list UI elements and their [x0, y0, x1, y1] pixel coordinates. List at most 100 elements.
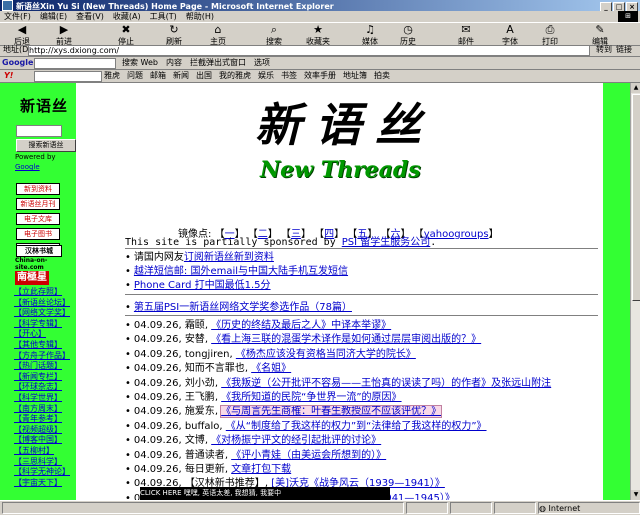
google-link[interactable]: Google — [15, 163, 40, 171]
address-input[interactable]: http://xys.dxiong.com/ — [28, 45, 590, 56]
sidebar-link[interactable]: 【开心】 — [14, 329, 76, 340]
sidebar-link[interactable]: 【热门话题】 — [14, 361, 76, 372]
sidebar-link[interactable]: 【科学无神论】 — [14, 467, 76, 478]
news-link[interactable]: 《历史的终结及最后之人》中译本举谬》 — [211, 320, 391, 331]
sidebar-link[interactable]: 【三思科学】 — [14, 457, 76, 468]
china-on-site-banner[interactable]: China-on-site.com — [15, 257, 76, 271]
status-cell — [450, 502, 492, 514]
scroll-up-icon[interactable]: ▲ — [631, 83, 640, 93]
menu-view[interactable]: 查看(V) — [76, 12, 104, 21]
sidebar-nav-item[interactable]: 新到资料 — [16, 183, 60, 195]
sponsor-link[interactable]: PSI 留学生服务公司 — [342, 237, 431, 248]
menu-help[interactable]: 帮助(H) — [186, 12, 214, 21]
news-link[interactable]: 《与周言先生商榷：叶春生教授应不应该评优？》 — [220, 405, 443, 419]
sidebar-nav-item[interactable]: 电子图书 — [16, 228, 60, 240]
nanjixing-banner[interactable]: 南極星 — [15, 271, 49, 285]
menu-edit[interactable]: 编辑(E) — [40, 12, 67, 21]
minimize-icon[interactable]: _ — [600, 2, 612, 11]
yahoo-item-4[interactable]: 出国 — [196, 71, 212, 80]
contest-list: 第五届PSI一新语丝网络文学奖参选作品（78篇） — [125, 298, 352, 313]
news-link[interactable]: 《名姐》 — [251, 363, 291, 374]
close-icon[interactable]: × — [626, 2, 638, 11]
yahoo-item-6[interactable]: 娱乐 — [258, 71, 274, 80]
google-site-button[interactable]: 内容 — [166, 58, 182, 67]
promo-link[interactable]: Phone Card 打中国最低1.5分 — [134, 280, 271, 291]
yahoo-item-1[interactable]: 问题 — [127, 71, 143, 80]
edit-icon: ✎ — [595, 23, 605, 36]
yahoo-search-input[interactable] — [34, 71, 102, 82]
sidebar-link[interactable]: 【方舟子作品】 — [14, 351, 76, 362]
yahoo-item-9[interactable]: 地址簿 — [343, 71, 367, 80]
sidebar-link[interactable]: 【五柳村】 — [14, 446, 76, 457]
news-link[interactable]: 《从“制度给了我这样的权力”到“法律给了我这样的权力”》 — [226, 421, 487, 432]
sidebar-link[interactable]: 【科学专辑】 — [14, 319, 76, 330]
sidebar-link[interactable]: 【青年参考】 — [14, 414, 76, 425]
sidebar-link[interactable]: 【科学世界】 — [14, 393, 76, 404]
ie-icon — [2, 0, 13, 11]
news-link[interactable]: 《评小青娃（由美运会所想到的）》 — [231, 450, 386, 461]
yahoo-item-7[interactable]: 书签 — [281, 71, 297, 80]
news-list: 04.09.26, 霜颐, 《历史的终结及最后之人》中译本举谬》04.09.26… — [125, 319, 551, 500]
news-author: 每日更新 — [184, 464, 225, 476]
news-link[interactable]: 文章打包下载 — [231, 464, 291, 475]
print-icon: ⎙ — [545, 23, 555, 36]
google-search-input[interactable] — [34, 58, 116, 69]
sidebar-link[interactable]: 【网络文学奖】 — [14, 308, 76, 319]
scroll-down-icon[interactable]: ▼ — [631, 490, 640, 500]
links-button[interactable]: 链接 — [616, 44, 632, 56]
window-controls: _ □ × — [599, 1, 638, 11]
sidebar-link[interactable]: 【新语丝论坛】 — [14, 298, 76, 309]
promo-link[interactable]: 订阅新语丝新到资料 — [184, 252, 274, 263]
divider — [125, 248, 598, 249]
news-link[interactable]: 《对杨振宁评文的经引起批评的讨论》 — [211, 435, 381, 446]
menu-favorites[interactable]: 收藏(A) — [113, 12, 141, 21]
sidebar-link[interactable]: 【环球杂志】 — [14, 382, 76, 393]
yahoo-item-10[interactable]: 拍卖 — [374, 71, 390, 80]
promo-link[interactable]: 越洋短信邮: 国外email与中国大陆手机互发短信 — [134, 266, 348, 277]
sidebar-link[interactable]: 【南方周末】 — [14, 404, 76, 415]
yahoo-item-5[interactable]: 我的雅虎 — [219, 71, 251, 80]
news-link[interactable]: 《我叛逆（公开批评不容易——王怡真的误读了吗）的作者》及张远山附注 — [221, 378, 551, 389]
news-author: 知而不言罪也 — [184, 363, 245, 375]
sidebar-link[interactable]: 【博客中国】 — [14, 435, 76, 446]
sidebar-link[interactable]: 【视频超级】 — [14, 425, 76, 436]
maximize-icon[interactable]: □ — [613, 2, 625, 11]
bottom-ad-banner[interactable]: CLICK HERE 嘿嘿, 英语太差, 我想猜, 我要中 — [140, 487, 390, 500]
yahoo-logo[interactable]: Y! — [4, 70, 13, 82]
hanlin-bookstore-banner[interactable]: 汉林书城 — [16, 245, 62, 257]
sidebar-link[interactable]: 【立此存照】 — [14, 287, 76, 298]
favorites-icon: ★ — [313, 23, 323, 36]
yahoo-item-8[interactable]: 效率手册 — [304, 71, 336, 80]
sidebar-link[interactable]: 【新闻专栏】 — [14, 372, 76, 383]
brand-chinese-title: 新语丝 — [255, 98, 435, 152]
media-icon: ♫ — [365, 23, 375, 36]
contest-link[interactable]: 第五届PSI一新语丝网络文学奖参选作品（78篇） — [134, 302, 352, 313]
google-search-web-button[interactable]: 搜索 Web — [122, 58, 158, 67]
news-date: 04.09.26, — [133, 392, 182, 404]
sidebar-nav-item[interactable]: 电子文库 — [16, 213, 60, 225]
news-link[interactable]: 《看上海三联的混蛋学术译作是如何通过层层审阅出版的？》 — [211, 334, 481, 345]
news-link[interactable]: 《杨杰应该没有资格当同济大学的院长》 — [236, 349, 416, 360]
sidebar-logo: 新语丝 — [19, 97, 68, 115]
forward-arrow-icon: ▶ — [59, 23, 69, 36]
yahoo-item-2[interactable]: 邮箱 — [150, 71, 166, 80]
sidebar-link[interactable]: 【其他专辑】 — [14, 340, 76, 351]
popup-blocker-button[interactable]: 拦截弹出式窗口 — [190, 58, 246, 67]
sidebar-link[interactable]: 【宇宙天下】 — [14, 478, 76, 489]
go-button[interactable]: 转到 — [596, 44, 612, 56]
news-date: 04.09.26, — [133, 435, 182, 447]
menu-file[interactable]: 文件(F) — [4, 12, 31, 21]
site-search-input[interactable] — [16, 125, 62, 137]
status-text — [2, 502, 404, 514]
vertical-scrollbar[interactable]: ▲ ▼ — [630, 83, 640, 500]
yahoo-item-3[interactable]: 新闻 — [173, 71, 189, 80]
yahoo-toolbar: Y! 雅虎 问题 邮箱 新闻 出国 我的雅虎 娱乐 书签 效率手册 地址簿 拍卖 — [0, 70, 640, 83]
sidebar-nav-item[interactable]: 新语丝月刊 — [16, 198, 60, 210]
google-options-button[interactable]: 选项 — [254, 58, 270, 67]
yahoo-item-0[interactable]: 雅虎 — [104, 71, 120, 80]
site-search-button[interactable]: 搜索新语丝 — [16, 139, 76, 152]
menu-bar: 文件(F) 编辑(E) 查看(V) 收藏(A) 工具(T) 帮助(H) ⊞ — [0, 11, 640, 22]
scrollbar-thumb[interactable] — [632, 94, 640, 301]
menu-tools[interactable]: 工具(T) — [150, 12, 177, 21]
news-link[interactable]: 《我所知道的民院“争世界一流”的原因》 — [221, 392, 401, 403]
